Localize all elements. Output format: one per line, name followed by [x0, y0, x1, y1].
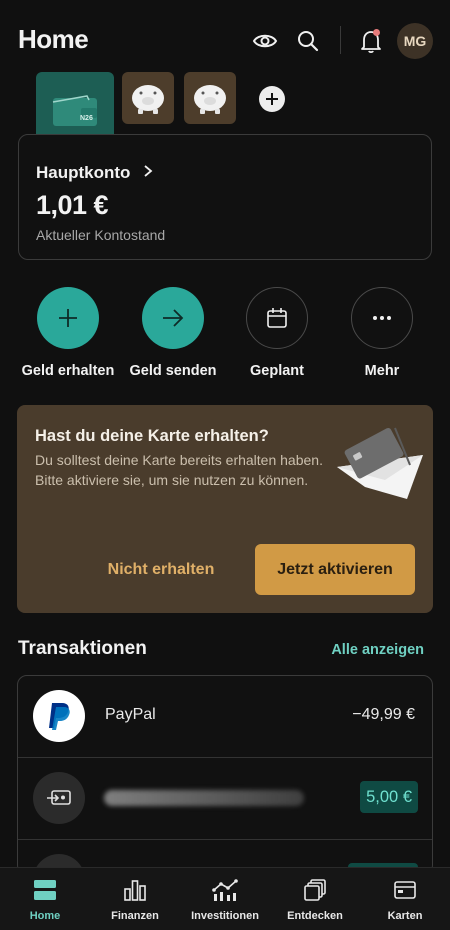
banner-text: Du solltest deine Karte bereits erhalten…: [35, 452, 323, 488]
bar-chart-icon: [95, 877, 175, 903]
avatar[interactable]: MG: [397, 23, 433, 59]
tab-finances[interactable]: Finanzen: [95, 877, 175, 922]
piggy-bank-icon: [194, 85, 226, 114]
n26-mark: N26: [80, 115, 93, 122]
arrow-right-icon: [142, 287, 204, 349]
account-name: Hauptkonto: [36, 163, 131, 182]
not-received-button[interactable]: Nicht erhalten: [89, 550, 233, 590]
investment-chart-icon: [185, 877, 265, 903]
transactions-title: Transaktionen: [18, 638, 147, 659]
space-piggy-bank[interactable]: [184, 72, 236, 124]
wallet-icon: [52, 95, 97, 126]
account-balance: 1,01 €: [36, 190, 109, 220]
transaction-amount: 5,00 €: [360, 781, 418, 813]
receive-money-button[interactable]: Geld erhalten: [13, 287, 123, 379]
search-icon[interactable]: [294, 27, 322, 55]
tab-investments[interactable]: Investitionen: [185, 877, 265, 922]
tab-label: Finanzen: [111, 910, 159, 922]
more-icon: [351, 287, 413, 349]
banner-title: Hast du deine Karte erhalten?: [35, 427, 269, 445]
plus-icon: [37, 287, 99, 349]
transaction-list: PayPal −49,99 € 5,00 €: [17, 675, 433, 875]
transaction-name-redacted: [104, 790, 304, 806]
scheduled-button[interactable]: Geplant: [222, 287, 332, 379]
more-button[interactable]: Mehr: [327, 287, 437, 379]
tab-home[interactable]: Home: [5, 877, 85, 922]
bell-icon[interactable]: [357, 27, 385, 55]
card-icon: [365, 877, 445, 903]
action-label: Geld erhalten: [21, 363, 115, 379]
bottom-tab-bar: Home Finanzen Investitionen Entdecken Ka…: [0, 867, 450, 930]
page-title: Home: [18, 24, 89, 54]
home-icon: [5, 877, 85, 903]
action-label: Geld senden: [129, 363, 217, 379]
calendar-icon: [246, 287, 308, 349]
tab-label: Karten: [387, 910, 423, 922]
transfer-icon: [33, 772, 85, 824]
plus-icon: [266, 93, 278, 105]
transaction-name: PayPal: [105, 706, 156, 723]
notification-dot: [373, 29, 380, 36]
show-all-link[interactable]: Alle anzeigen: [331, 642, 424, 658]
stacked-cards-icon: [275, 877, 355, 903]
quick-actions: Geld erhalten Geld senden Geplant Mehr: [0, 287, 450, 387]
send-money-button[interactable]: Geld senden: [118, 287, 228, 379]
transaction-row[interactable]: 5,00 €: [18, 758, 432, 840]
add-space-button[interactable]: [259, 86, 285, 112]
account-balance-label: Aktueller Kontostand: [36, 227, 166, 243]
action-label: Geplant: [250, 363, 304, 379]
card-envelope-illustration: [335, 425, 427, 510]
card-activation-banner: Hast du deine Karte erhalten? Du solltes…: [17, 405, 433, 613]
tab-label: Investitionen: [191, 910, 259, 922]
tab-label: Home: [29, 910, 61, 922]
paypal-logo-icon: [33, 690, 85, 742]
eye-icon[interactable]: [251, 27, 279, 55]
piggy-bank-icon: [132, 85, 164, 114]
transaction-amount: −49,99 €: [352, 706, 415, 723]
tab-label: Entdecken: [287, 910, 343, 922]
chevron-right-icon: [143, 164, 153, 183]
account-card[interactable]: Hauptkonto 1,01 € Aktueller Kontostand: [18, 134, 432, 260]
action-label: Mehr: [364, 363, 400, 379]
space-piggy-bank[interactable]: [122, 72, 174, 124]
tab-cards[interactable]: Karten: [365, 877, 445, 922]
transaction-row[interactable]: PayPal −49,99 €: [18, 676, 432, 758]
tab-discover[interactable]: Entdecken: [275, 877, 355, 922]
activate-now-button[interactable]: Jetzt aktivieren: [255, 544, 415, 595]
header: Home MG: [0, 0, 450, 80]
header-divider: [340, 26, 341, 54]
